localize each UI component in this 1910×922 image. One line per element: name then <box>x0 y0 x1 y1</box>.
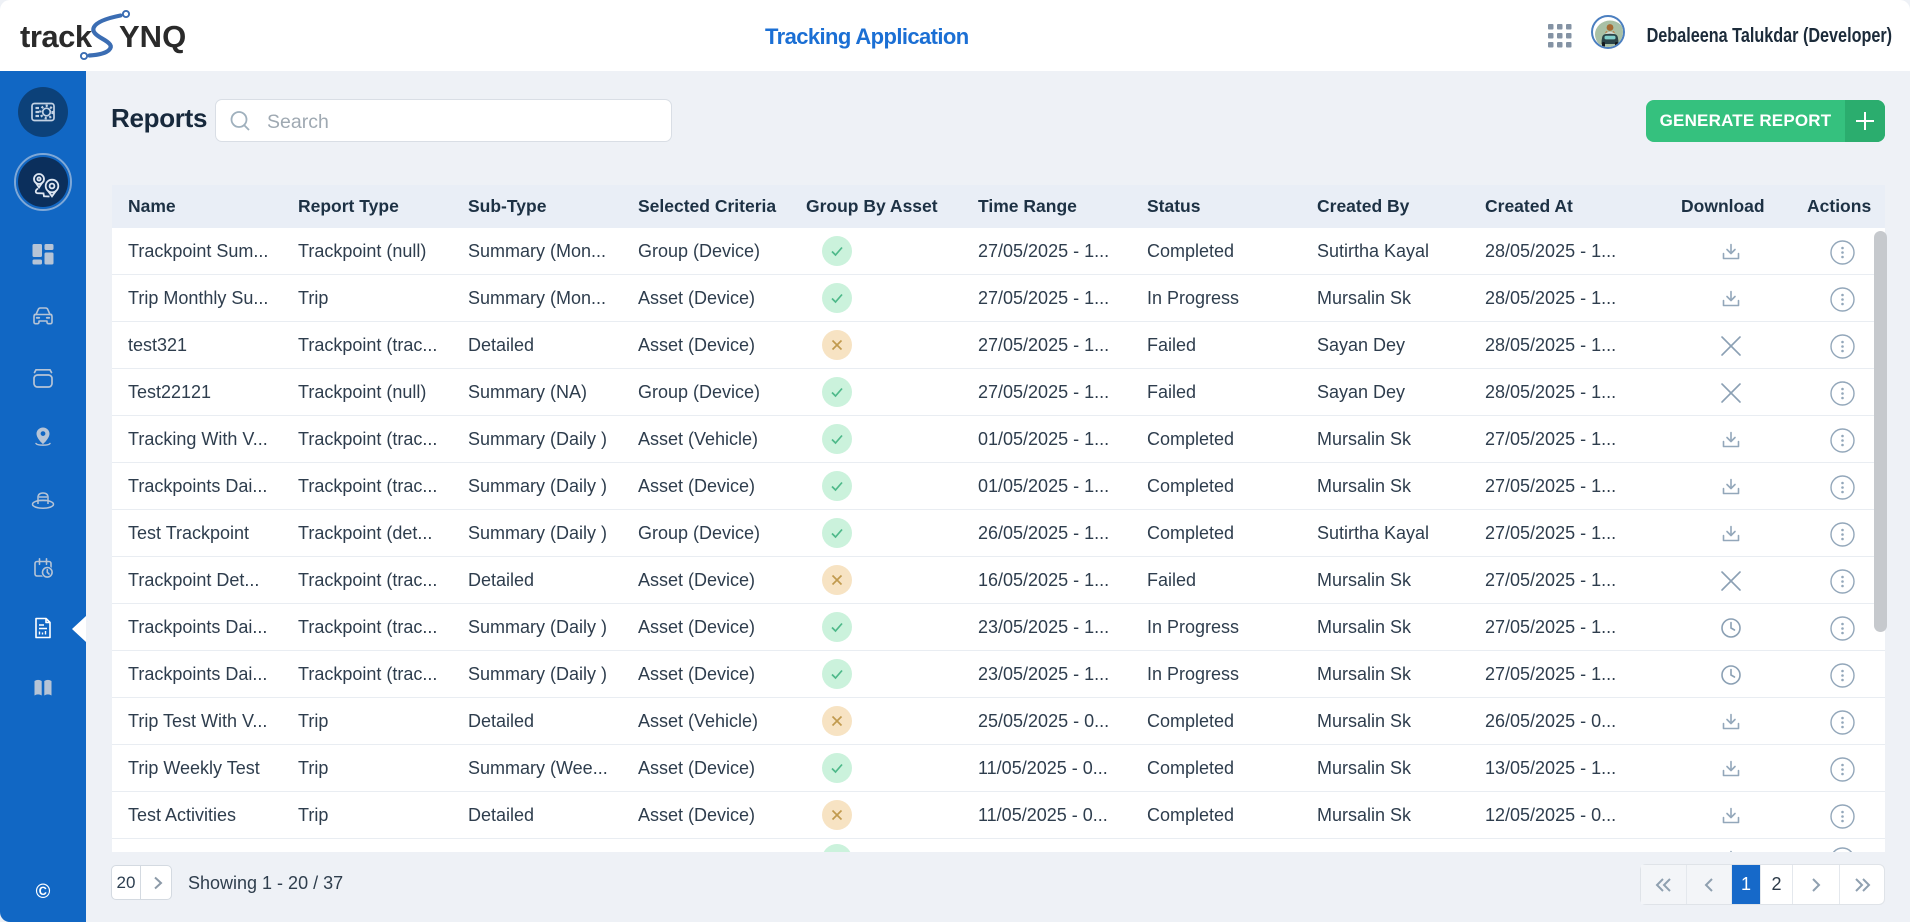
svg-text:track: track <box>20 19 93 54</box>
svg-text:YNQ: YNQ <box>119 19 186 54</box>
